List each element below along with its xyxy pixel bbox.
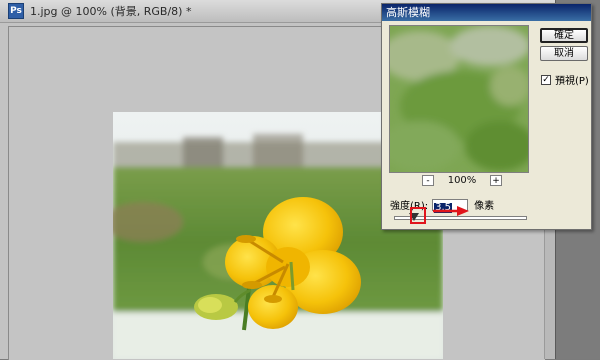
slider-highlight-box — [410, 207, 426, 224]
document-title: 1.jpg @ 100% (背景, RGB/8) * — [30, 5, 192, 18]
blurred-grass-preview — [390, 26, 528, 172]
zoom-level: 100% — [447, 174, 477, 186]
preview-label: 預視(P) — [555, 76, 589, 87]
zoom-controls: - 100% + — [422, 173, 502, 187]
preview-checkbox-row[interactable]: ✓ 預視(P) — [541, 72, 589, 87]
radius-unit: 像素 — [474, 201, 495, 212]
gaussian-blur-dialog: 高斯模糊 - 100% + 確定 取消 ✓ 預視(P) 強度(R): 3.5 像… — [381, 3, 592, 230]
preview-checkbox[interactable]: ✓ — [541, 74, 551, 85]
check-icon: ✓ — [542, 74, 550, 85]
zoom-in-button[interactable]: + — [490, 174, 502, 186]
zoom-out-button[interactable]: - — [422, 174, 434, 186]
cancel-button[interactable]: 取消 — [540, 46, 588, 61]
photoshop-app-icon: Ps — [8, 3, 24, 19]
dialog-titlebar[interactable]: 高斯模糊 — [382, 4, 591, 21]
filter-preview[interactable] — [389, 25, 529, 173]
ok-button[interactable]: 確定 — [540, 28, 588, 43]
red-arrow-icon — [433, 206, 469, 216]
